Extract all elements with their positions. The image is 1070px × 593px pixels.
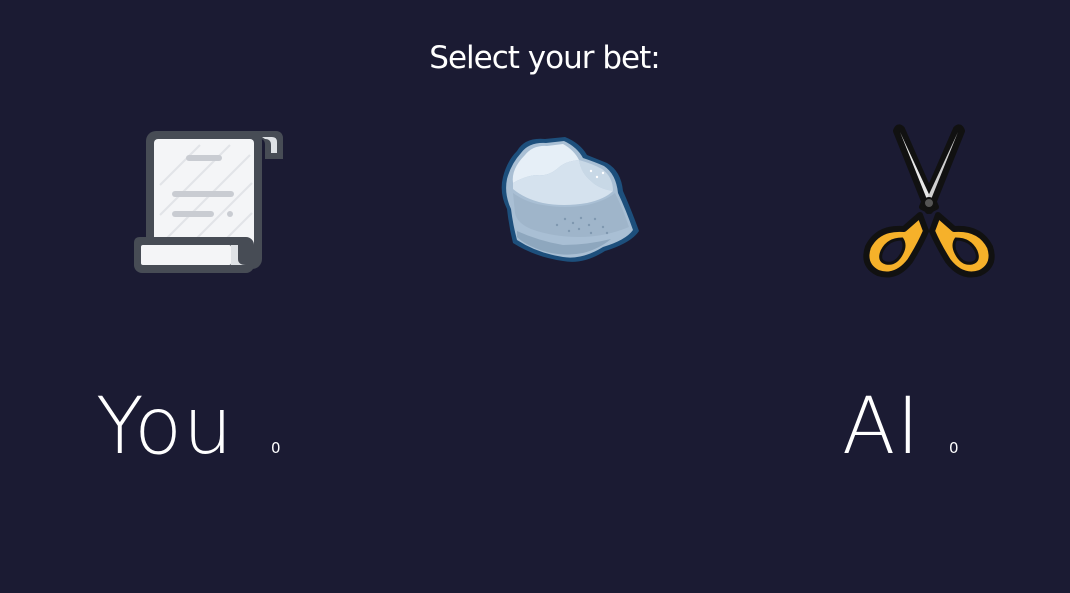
rock-choice-button[interactable]: [495, 133, 643, 271]
player-you-label: You: [96, 382, 234, 472]
scissors-icon: [863, 124, 995, 278]
player-ai-score: 0: [949, 439, 959, 457]
bet-prompt: Select your bet:: [429, 40, 660, 76]
scissors-choice-button[interactable]: [858, 123, 1000, 281]
paper-choice-button[interactable]: [130, 125, 290, 280]
paper-scroll-icon: [134, 131, 283, 273]
player-ai-label: AI: [842, 382, 921, 472]
rock-icon: [501, 137, 639, 262]
game-screen: Select your bet: You 0 AI 0: [0, 0, 1070, 593]
player-you-score: 0: [271, 439, 281, 457]
